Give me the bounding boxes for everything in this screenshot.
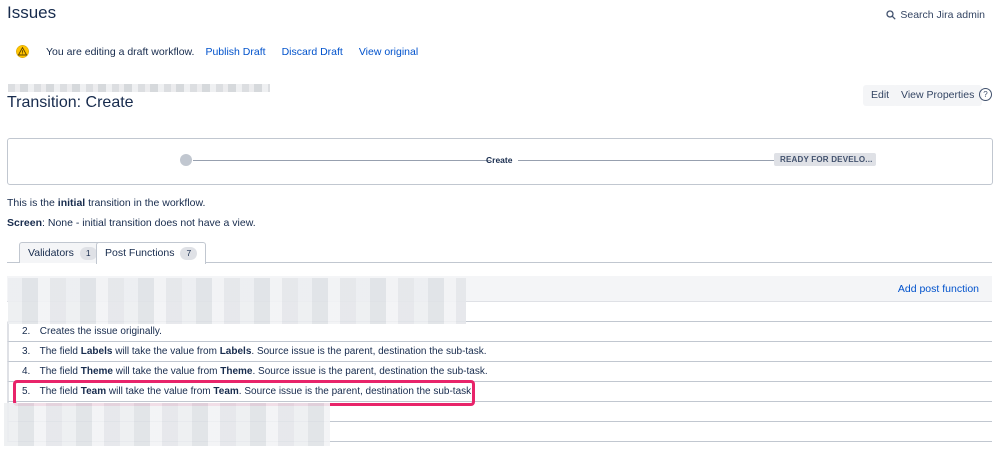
initial-transition-info: This is the initial transition in the wo… bbox=[7, 197, 205, 209]
page-title: Issues bbox=[7, 3, 57, 22]
table-row: 3. The field Labels will take the value … bbox=[7, 342, 992, 362]
row-text: will take the value from bbox=[112, 366, 221, 377]
tab-label: Validators bbox=[28, 247, 74, 259]
table-row: 4. The field Theme will take the value f… bbox=[7, 362, 992, 382]
source-field: Labels bbox=[219, 346, 252, 357]
row-text: . Source issue is the parent, destinatio… bbox=[251, 346, 487, 357]
screen-info: Screen: None - initial transition does n… bbox=[7, 217, 256, 229]
workflow-diagram: Create READY FOR DEVELO... bbox=[7, 138, 993, 185]
row-text: The field bbox=[39, 346, 81, 357]
row-number: 4. bbox=[22, 366, 31, 377]
info-text: This is the bbox=[7, 197, 58, 209]
redacted-row-block bbox=[4, 403, 330, 446]
redacted-row-block bbox=[8, 278, 466, 324]
tab-count: 7 bbox=[180, 246, 198, 260]
field-name: Theme bbox=[80, 366, 113, 377]
row-number: 2. bbox=[22, 326, 31, 337]
discard-draft-link[interactable]: Discard Draft bbox=[282, 46, 343, 58]
redacted-breadcrumb bbox=[8, 84, 270, 92]
tab-label: Post Functions bbox=[105, 247, 175, 259]
field-name: Labels bbox=[80, 346, 113, 357]
info-bold: initial bbox=[57, 197, 86, 209]
screen-label: Screen bbox=[7, 217, 43, 229]
search-icon bbox=[886, 10, 897, 20]
tab-count: 1 bbox=[79, 246, 97, 260]
search-jira-admin[interactable]: Search Jira admin bbox=[886, 9, 985, 21]
draft-message: You are editing a draft workflow. bbox=[46, 45, 195, 58]
help-icon[interactable]: ? bbox=[979, 88, 992, 101]
row-text: Creates the issue originally. bbox=[39, 326, 162, 337]
add-post-function-link[interactable]: Add post function bbox=[898, 283, 979, 295]
table-row: 2. Creates the issue originally. bbox=[7, 322, 992, 342]
transition-label: Create bbox=[486, 155, 513, 165]
initial-node bbox=[180, 154, 192, 166]
view-original-link[interactable]: View original bbox=[359, 46, 418, 58]
row-text: . Source issue is the parent, destinatio… bbox=[252, 366, 488, 377]
search-label: Search Jira admin bbox=[900, 9, 985, 21]
tab-validators[interactable]: Validators 1 bbox=[19, 242, 106, 263]
warning-icon bbox=[16, 45, 29, 58]
draft-banner: You are editing a draft workflow. Publis… bbox=[16, 45, 434, 58]
row-text: will take the value from bbox=[112, 346, 220, 357]
row-text: The field bbox=[39, 366, 81, 377]
target-status[interactable]: READY FOR DEVELO... bbox=[774, 153, 876, 166]
edit-button[interactable]: Edit bbox=[863, 85, 898, 106]
publish-draft-link[interactable]: Publish Draft bbox=[205, 46, 265, 58]
info-text: transition in the workflow. bbox=[85, 197, 206, 209]
source-field: Theme bbox=[220, 366, 253, 377]
row-number: 3. bbox=[22, 346, 31, 357]
connector-line bbox=[193, 160, 491, 161]
screen-value: : None - initial transition does not hav… bbox=[42, 217, 256, 229]
view-properties-button[interactable]: View Properties bbox=[893, 85, 983, 106]
transition-title: Transition: Create bbox=[7, 94, 134, 111]
connector-line bbox=[518, 160, 780, 161]
tab-post-functions[interactable]: Post Functions 7 bbox=[96, 242, 207, 264]
